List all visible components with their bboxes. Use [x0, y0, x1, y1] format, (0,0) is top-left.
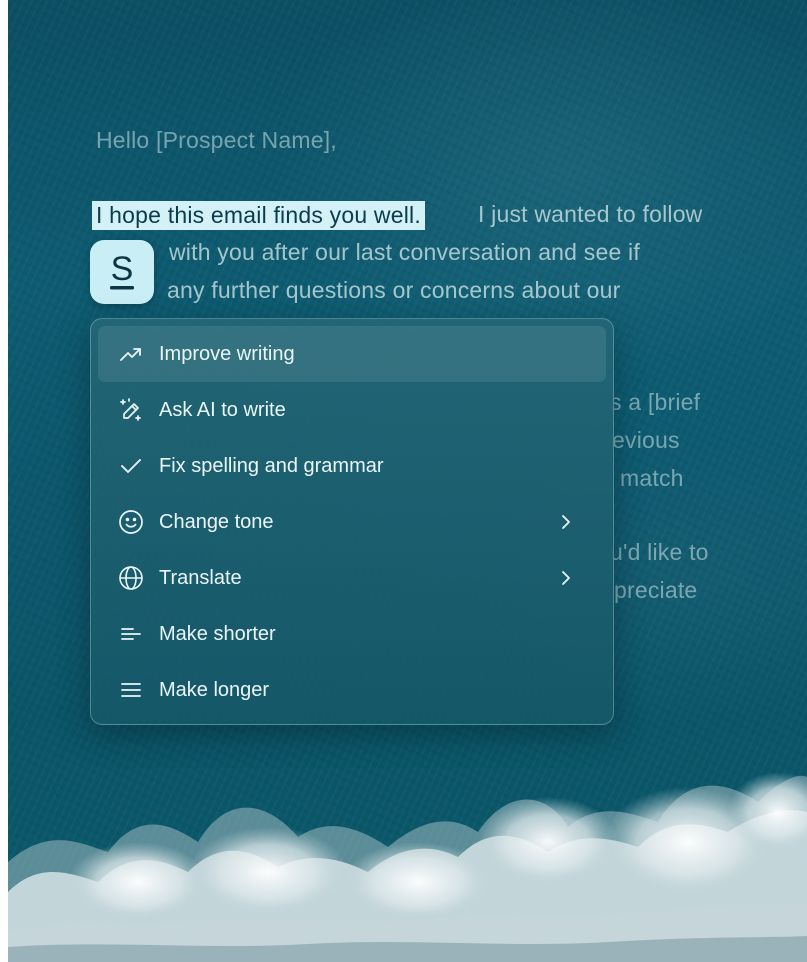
menu-item-make-shorter[interactable]: Make shorter	[98, 606, 606, 662]
menu-item-label: Fix spelling and grammar	[159, 454, 384, 477]
email-line-2: with you after our last conversation and…	[169, 239, 640, 265]
email-line-3: any further questions or concerns about …	[167, 277, 621, 303]
ai-actions-menu: Improve writing Ask AI to write Fix spel…	[90, 318, 614, 725]
ai-assistant-button[interactable]: S	[90, 240, 154, 304]
smiley-icon	[118, 509, 144, 535]
menu-item-label: Improve writing	[159, 342, 295, 365]
menu-item-improve-writing[interactable]: Improve writing	[98, 326, 606, 382]
chevron-right-icon	[556, 568, 576, 588]
menu-item-label: Make longer	[159, 678, 270, 701]
email-line-10-tail: preciate	[614, 577, 698, 603]
trend-up-icon	[118, 341, 144, 367]
short-lines-icon	[118, 621, 144, 647]
menu-item-label: Change tone	[159, 510, 274, 533]
menu-item-label: Ask AI to write	[159, 398, 286, 421]
magic-pen-icon	[118, 397, 144, 423]
menu-item-make-longer[interactable]: Make longer	[98, 662, 606, 718]
email-line-7-tail: match	[620, 465, 684, 491]
menu-item-translate[interactable]: Translate	[98, 550, 606, 606]
wave-foam	[8, 772, 807, 962]
email-line-9-tail: u'd like to	[610, 539, 709, 565]
assistant-logo-icon: S	[110, 250, 134, 290]
menu-item-label: Make shorter	[159, 622, 276, 645]
check-icon	[118, 453, 144, 479]
menu-item-ask-ai[interactable]: Ask AI to write	[98, 382, 606, 438]
svg-text:S: S	[111, 250, 134, 288]
email-line-6-tail: evious	[612, 427, 680, 453]
email-line-1: I just wanted to follow	[478, 201, 703, 227]
selected-text-highlight[interactable]: I hope this email finds you well.	[92, 201, 425, 230]
menu-item-label: Translate	[159, 566, 242, 589]
menu-item-change-tone[interactable]: Change tone	[98, 494, 606, 550]
email-line-5-tail: s a [brief	[610, 389, 701, 415]
long-lines-icon	[118, 677, 144, 703]
email-greeting: Hello [Prospect Name],	[96, 127, 337, 153]
menu-item-fix-spelling[interactable]: Fix spelling and grammar	[98, 438, 606, 494]
globe-icon	[118, 565, 144, 591]
chevron-right-icon	[556, 512, 576, 532]
